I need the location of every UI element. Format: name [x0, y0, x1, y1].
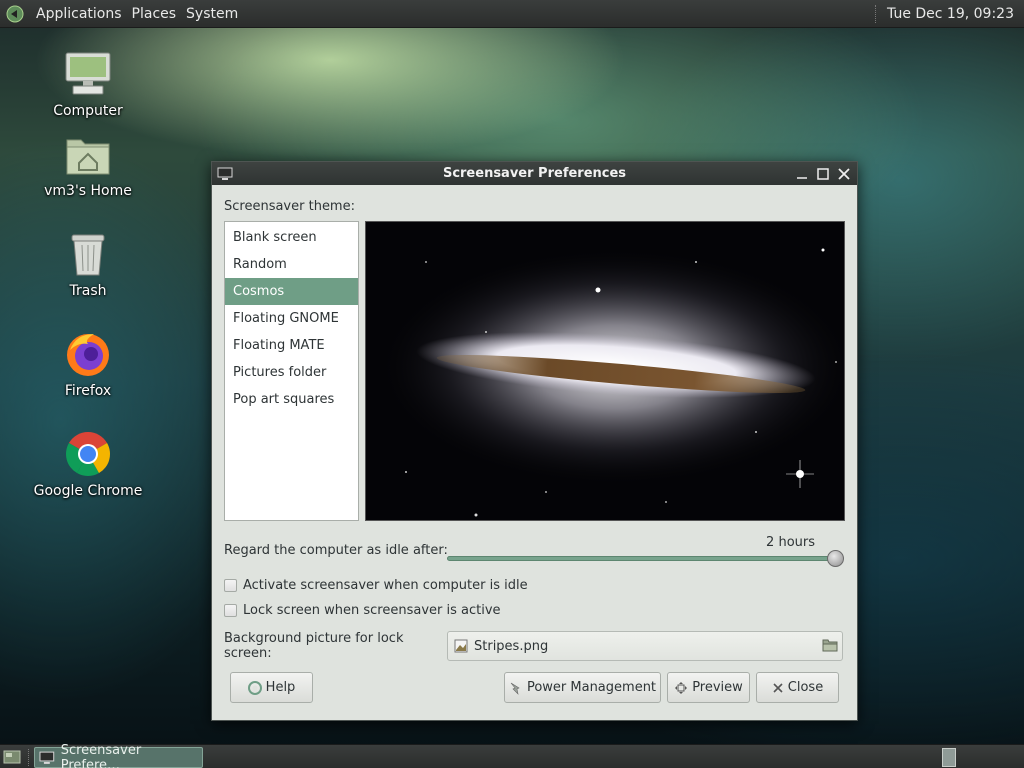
fullscreen-icon — [675, 681, 688, 694]
background-picture-row: Background picture for lock screen: Stri… — [224, 630, 845, 662]
theme-item-random[interactable]: Random — [225, 251, 358, 278]
lock-screen-checkbox[interactable] — [224, 604, 237, 617]
mate-logo-icon[interactable] — [6, 4, 26, 24]
desktop-icon-home[interactable]: vm3's Home — [28, 128, 148, 199]
desktop-icon-label: vm3's Home — [44, 183, 132, 199]
desktop-icon-trash[interactable]: Trash — [28, 228, 148, 299]
desktop-icon-chrome[interactable]: Google Chrome — [28, 428, 148, 499]
screensaver-preferences-window: Screensaver Preferences Screensaver them… — [211, 161, 858, 721]
menu-system[interactable]: System — [181, 6, 243, 22]
title-bar[interactable]: Screensaver Preferences — [212, 162, 857, 185]
firefox-icon — [62, 328, 114, 380]
workspace-switcher[interactable] — [942, 748, 956, 767]
trash-icon — [62, 228, 114, 280]
close-button[interactable]: Close — [756, 672, 839, 703]
help-button[interactable]: Help — [230, 672, 313, 703]
idle-slider-handle[interactable] — [827, 550, 844, 567]
desktop-icon-label: Computer — [53, 103, 123, 119]
desktop-icon-computer[interactable]: Computer — [28, 48, 148, 119]
screensaver-app-icon — [217, 167, 233, 180]
theme-section-label: Screensaver theme: — [224, 199, 355, 214]
power-management-icon — [510, 682, 520, 695]
maximize-button[interactable] — [813, 164, 832, 183]
lock-screen-label: Lock screen when screensaver is active — [243, 603, 501, 618]
window-close-button[interactable] — [834, 164, 853, 183]
bottom-panel: Screensaver Prefere… — [0, 743, 1024, 768]
activate-screensaver-checkbox[interactable] — [224, 579, 237, 592]
background-file-name: Stripes.png — [474, 638, 549, 654]
theme-item-floating-gnome[interactable]: Floating GNOME — [225, 305, 358, 332]
minimize-icon — [796, 176, 807, 179]
menu-places[interactable]: Places — [127, 6, 182, 22]
idle-label: Regard the computer as idle after: — [224, 543, 448, 558]
lock-screen-row[interactable]: Lock screen when screensaver is active — [224, 598, 845, 623]
power-management-button[interactable]: Power Management — [504, 672, 661, 703]
theme-item-cosmos[interactable]: Cosmos — [225, 278, 358, 305]
power-management-button-label: Power Management — [526, 680, 657, 695]
theme-item-pop-art-squares[interactable]: Pop art squares — [225, 386, 358, 413]
activate-screensaver-label: Activate screensaver when computer is id… — [243, 578, 528, 593]
background-picture-label: Background picture for lock screen: — [224, 631, 404, 661]
close-button-label: Close — [787, 680, 824, 695]
computer-icon — [62, 48, 114, 100]
maximize-icon — [816, 167, 829, 180]
desktop-icon-label: Firefox — [64, 383, 112, 399]
taskbar-label: Screensaver Prefere… — [60, 742, 142, 768]
galaxy-preview-image — [365, 222, 844, 520]
panel-separator — [875, 5, 877, 23]
idle-slider-track[interactable] — [447, 556, 835, 561]
close-icon — [837, 167, 850, 180]
theme-item-blank-screen[interactable]: Blank screen — [225, 224, 358, 251]
window-title: Screensaver Preferences — [442, 166, 627, 181]
image-file-icon — [454, 639, 468, 653]
theme-list[interactable]: Blank screen Random Cosmos Floating GNOM… — [224, 221, 359, 521]
taskbar-screensaver-button[interactable]: Screensaver Prefere… — [34, 743, 203, 768]
preview-button-label: Preview — [692, 680, 743, 695]
desktop-icon-label: Trash — [69, 283, 107, 299]
home-folder-icon — [62, 128, 114, 180]
chrome-icon — [62, 428, 114, 480]
show-desktop-icon[interactable] — [3, 748, 21, 766]
idle-value: 2 hours — [766, 535, 815, 550]
close-icon — [773, 682, 783, 693]
activate-screensaver-row[interactable]: Activate screensaver when computer is id… — [224, 573, 845, 598]
screensaver-app-icon — [39, 751, 55, 764]
theme-preview — [364, 221, 845, 521]
folder-icon — [822, 639, 838, 652]
top-panel: Applications Places System Tue Dec 19, 0… — [0, 0, 1024, 28]
theme-item-pictures-folder[interactable]: Pictures folder — [225, 359, 358, 386]
desktop-icon-label: Google Chrome — [33, 483, 143, 499]
preview-button[interactable]: Preview — [667, 672, 750, 703]
theme-item-floating-mate[interactable]: Floating MATE — [225, 332, 358, 359]
panel-separator — [28, 749, 29, 766]
help-icon — [247, 680, 262, 695]
background-file-chooser[interactable]: Stripes.png — [447, 631, 843, 661]
idle-time-row: Regard the computer as idle after: 2 hou… — [224, 527, 845, 573]
menu-applications[interactable]: Applications — [31, 6, 127, 22]
help-button-label: Help — [265, 680, 296, 695]
desktop-icon-firefox[interactable]: Firefox — [28, 328, 148, 399]
clock[interactable]: Tue Dec 19, 09:23 — [887, 6, 1024, 22]
minimize-button[interactable] — [792, 164, 811, 183]
